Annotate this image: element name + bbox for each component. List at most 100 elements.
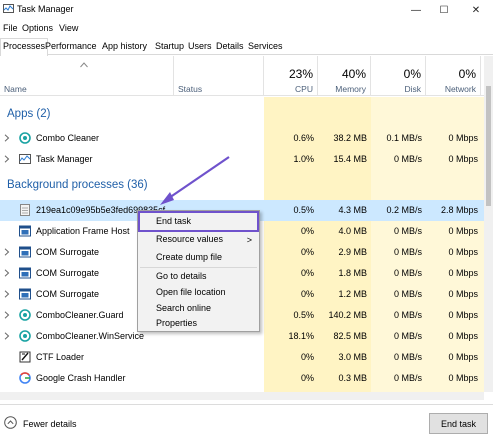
memory-value: 140.2 MB (328, 310, 367, 320)
column-name-label: Name (4, 84, 27, 94)
horizontal-scrollbar[interactable] (0, 392, 484, 400)
network-value: 0 Mbps (448, 310, 478, 320)
column-memory-label: Memory (335, 84, 366, 94)
maximize-button[interactable]: ☐ (430, 1, 458, 19)
task-manager-icon (19, 154, 31, 164)
close-icon: ✕ (471, 4, 481, 16)
memory-total: 40% (341, 67, 366, 81)
tab-details[interactable]: Details (213, 38, 247, 55)
column-cpu[interactable]: 23% CPU (264, 56, 318, 96)
chevron-right-icon[interactable] (4, 134, 10, 142)
disk-value: 0 MB/s (393, 373, 422, 383)
menu-item-go-to-details[interactable]: Go to details (156, 271, 207, 281)
chevron-right-icon[interactable] (4, 155, 10, 163)
disk-value: 0.2 MB/s (386, 205, 422, 215)
process-name: Google Crash Handler (36, 373, 126, 383)
menu-item-create-dump-file[interactable]: Create dump file (156, 252, 222, 262)
end-task-button[interactable]: End task (429, 413, 488, 434)
tab-users[interactable]: Users (185, 38, 215, 55)
table-row[interactable]: Google Crash Handler 0% 0.3 MB 0 MB/s 0 Mbps (0, 368, 484, 389)
network-value: 0 Mbps (448, 352, 478, 362)
maximize-icon: ☐ (439, 4, 449, 16)
ctf-loader-icon (19, 351, 31, 363)
fewer-details-link[interactable]: Fewer details (23, 419, 77, 429)
table-row[interactable]: Task Manager 1.0% 15.4 MB 0 MB/s 0 Mbps (0, 149, 484, 170)
memory-value: 4.0 MB (338, 226, 367, 236)
process-name: CTF Loader (36, 352, 85, 362)
process-name: Combo Cleaner (36, 133, 100, 143)
network-value: 0 Mbps (448, 226, 478, 236)
sort-caret-icon (80, 62, 88, 68)
end-task-highlight (138, 211, 259, 232)
cpu-value: 0.5% (293, 205, 314, 215)
column-status[interactable]: Status (174, 56, 264, 96)
close-button[interactable]: ✕ (462, 1, 490, 19)
table-row[interactable]: CTF Loader 0% 3.0 MB 0 MB/s 0 Mbps (0, 347, 484, 368)
submenu-arrow-icon: > (246, 235, 252, 245)
process-name: COM Surrogate (36, 289, 100, 299)
disk-value: 0 MB/s (393, 154, 422, 164)
google-icon (19, 372, 31, 384)
menu-view[interactable]: View (59, 23, 78, 33)
cpu-value: 0% (300, 289, 314, 299)
chevron-right-icon[interactable] (4, 269, 10, 277)
vertical-scrollbar[interactable] (484, 56, 493, 392)
memory-value: 82.5 MB (333, 331, 367, 341)
minimize-button[interactable]: — (402, 1, 430, 19)
chevron-right-icon[interactable] (4, 332, 10, 340)
memory-value: 15.4 MB (333, 154, 367, 164)
window-icon (19, 288, 31, 300)
disk-value: 0 MB/s (393, 310, 422, 320)
tab-startup[interactable]: Startup (152, 38, 187, 55)
menu-item-properties[interactable]: Properties (156, 318, 197, 328)
disk-value: 0 MB/s (393, 226, 422, 236)
chevron-right-icon[interactable] (4, 248, 10, 256)
column-network-label: Network (444, 84, 476, 94)
menu-file[interactable]: File (3, 23, 18, 33)
disk-value: 0.1 MB/s (386, 133, 422, 143)
window-icon (19, 225, 31, 237)
menu-item-resource-values[interactable]: Resource values (156, 234, 223, 244)
column-disk[interactable]: 0% Disk (371, 56, 426, 96)
cpu-value: 18.1% (288, 331, 314, 341)
network-value: 0 Mbps (448, 268, 478, 278)
memory-value: 3.0 MB (338, 352, 367, 362)
process-name: COM Surrogate (36, 247, 100, 257)
disk-value: 0 MB/s (393, 268, 422, 278)
memory-value: 1.8 MB (338, 268, 367, 278)
memory-value: 1.2 MB (338, 289, 367, 299)
background-section-header: Background processes (36) (7, 179, 148, 191)
cpu-value: 0% (300, 247, 314, 257)
column-network[interactable]: 0% Network (426, 56, 481, 96)
tab-strip: Processes Performance App history Startu… (0, 38, 493, 56)
title-bar: Task Manager — ☐ ✕ (0, 0, 493, 20)
chevron-up-circle-icon[interactable] (4, 416, 17, 429)
menu-separator (140, 267, 257, 268)
cpu-value: 0.6% (293, 133, 314, 143)
memory-value: 2.9 MB (338, 247, 367, 257)
column-memory[interactable]: 40% Memory (318, 56, 371, 96)
chevron-right-icon[interactable] (4, 311, 10, 319)
disk-total: 0% (403, 67, 421, 81)
column-name[interactable]: Name (0, 56, 174, 96)
tab-performance[interactable]: Performance (42, 38, 100, 55)
menu-item-search-online[interactable]: Search online (156, 303, 211, 313)
scrollbar-thumb[interactable] (486, 86, 491, 206)
memory-value: 38.2 MB (333, 133, 367, 143)
column-cpu-label: CPU (295, 84, 313, 94)
network-value: 0 Mbps (448, 373, 478, 383)
cpu-total: 23% (288, 67, 313, 81)
tab-app-history[interactable]: App history (99, 38, 150, 55)
window-icon (19, 267, 31, 279)
table-row[interactable]: Combo Cleaner 0.6% 38.2 MB 0.1 MB/s 0 Mbps (0, 128, 484, 149)
combo-cleaner-icon (19, 330, 31, 342)
network-value: 2.8 Mbps (440, 205, 478, 215)
menu-item-open-file-location[interactable]: Open file location (156, 287, 226, 297)
network-value: 0 Mbps (448, 331, 478, 341)
menu-options[interactable]: Options (22, 23, 53, 33)
chevron-right-icon[interactable] (4, 290, 10, 298)
process-name: Task Manager (36, 154, 93, 164)
task-manager-app-icon (3, 4, 14, 13)
tab-services[interactable]: Services (245, 38, 286, 55)
tab-processes[interactable]: Processes (0, 38, 49, 56)
